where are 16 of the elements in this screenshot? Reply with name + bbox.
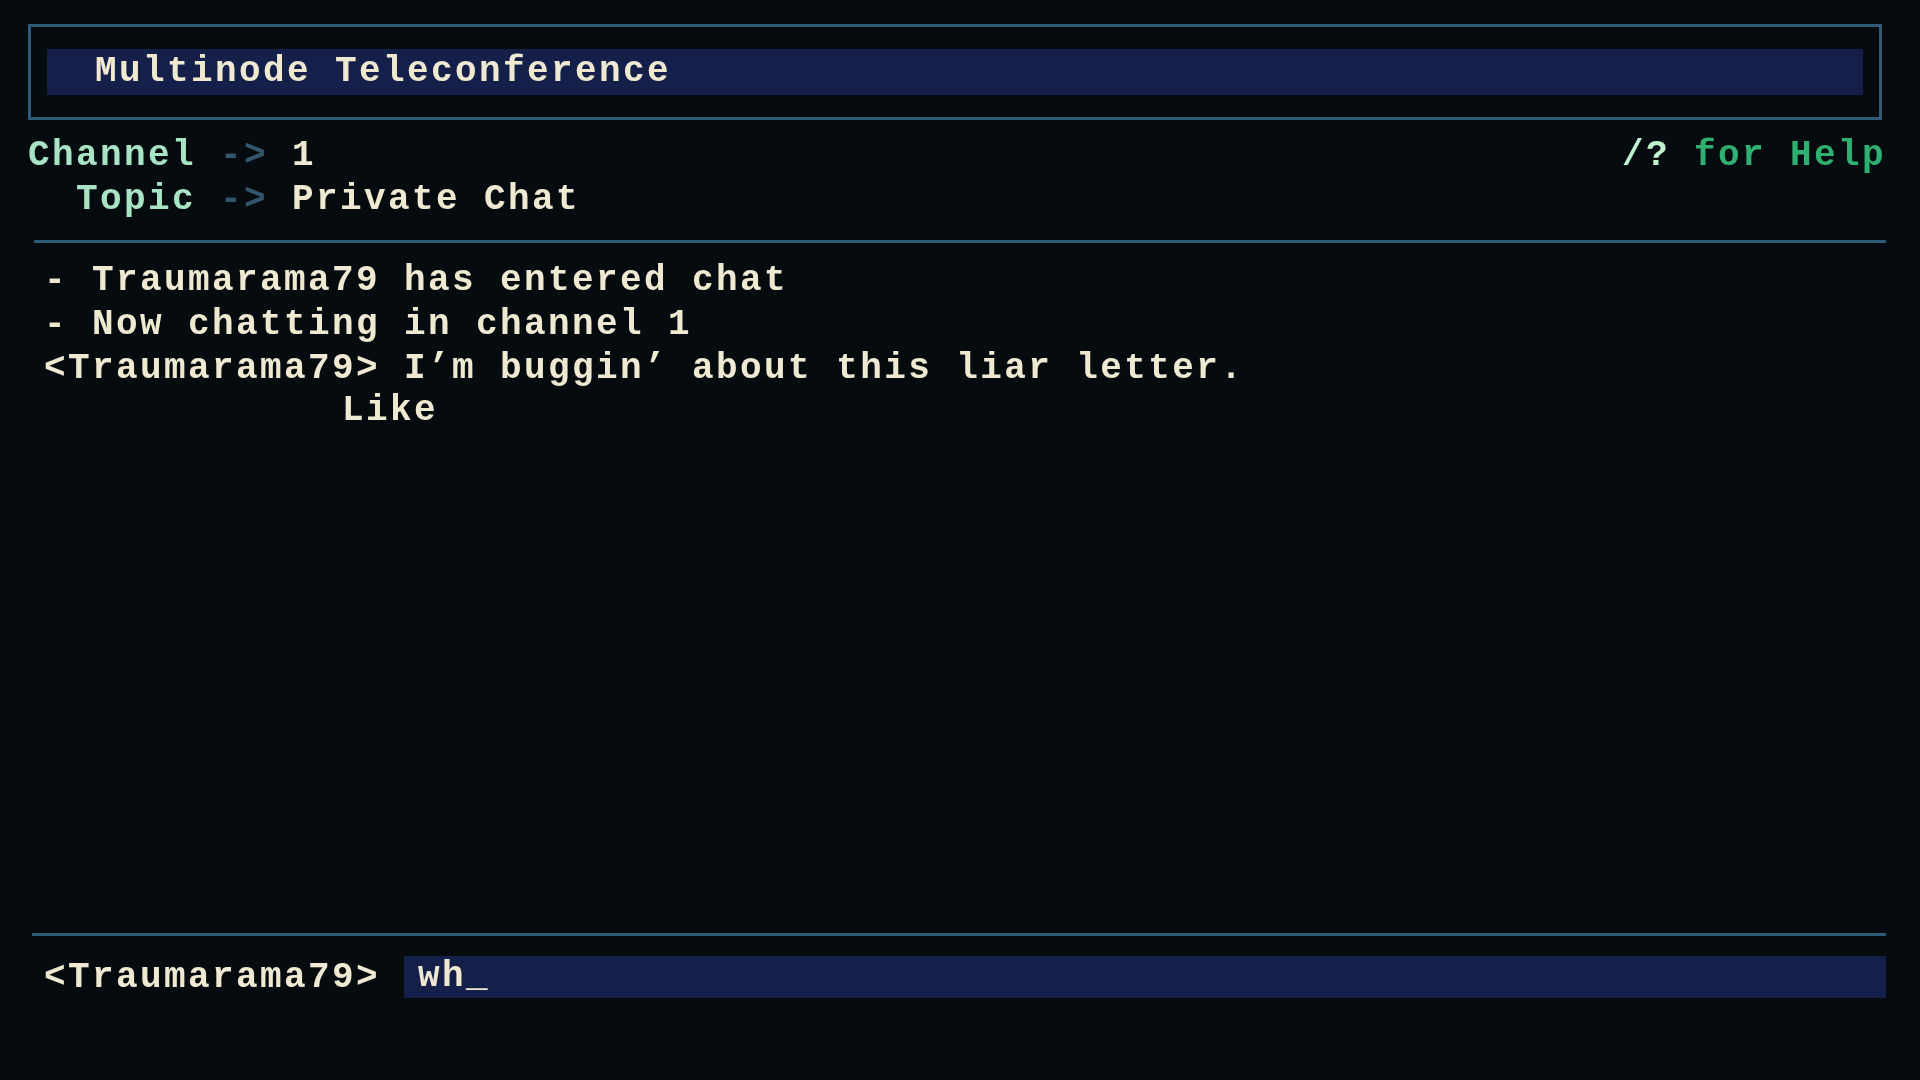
chat-message: I’m buggin’ about this liar letter. [404,348,1245,389]
arrow: -> [220,135,269,176]
field-value: 1 [292,135,317,176]
help-text: for Help [1693,135,1886,176]
field-value: Private Chat [292,179,581,220]
help-key: /? [1621,135,1670,176]
chat-message: Like [342,390,438,431]
input-field[interactable]: wh_ [404,956,1886,998]
window-title: Multinode Teleconference [47,49,1863,95]
system-message: - Traumarama79 has entered chat [44,259,790,303]
system-message: - Now chatting in channel 1 [44,303,694,347]
arrow: -> [220,179,269,220]
field-label: Channel [28,135,197,176]
field-label: Topic [75,179,197,220]
speaker-name: <Traumarama79> [44,348,381,389]
input-prompt: <Traumarama79> [44,956,381,998]
